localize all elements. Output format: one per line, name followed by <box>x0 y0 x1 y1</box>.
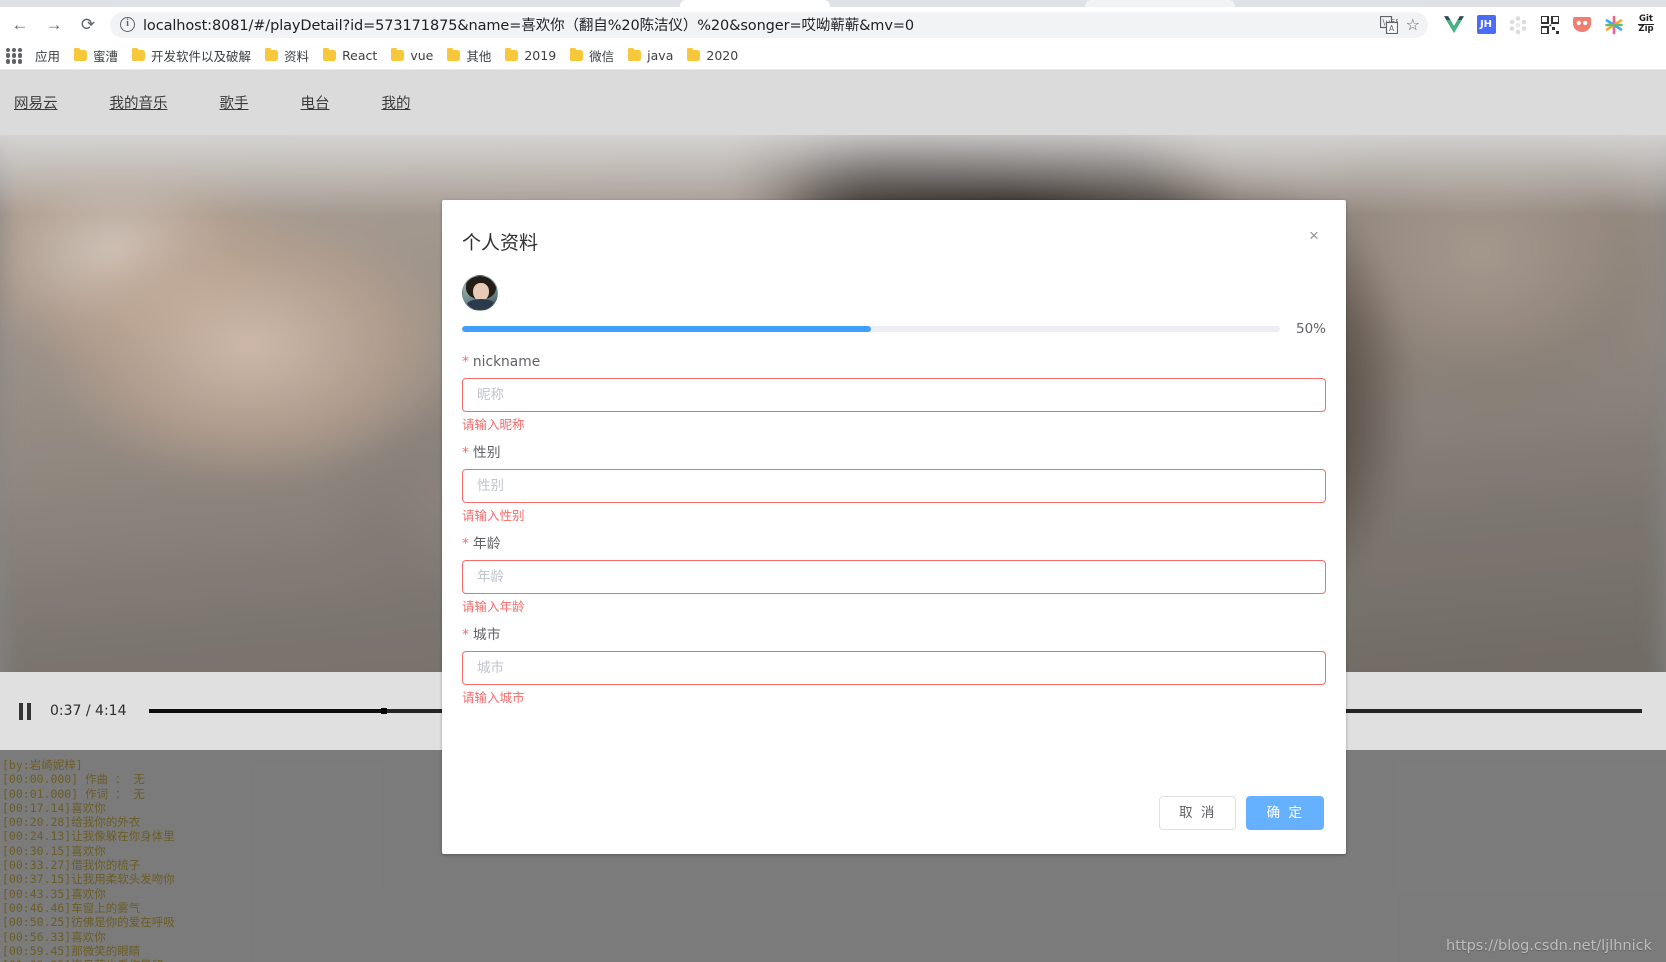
bookmark-label: 其他 <box>466 49 492 64</box>
vue-devtools-icon[interactable] <box>1440 11 1468 39</box>
page-content: 网易云 我的音乐 歌手 电台 我的 0:37 / 4:14 [by:岩崎妮梓] … <box>0 70 1666 962</box>
folder-icon <box>391 47 405 61</box>
dotted-circle-icon[interactable] <box>1504 11 1532 39</box>
upload-progress: 50% <box>462 321 1326 337</box>
bookmark-item[interactable]: 资料 <box>258 44 316 68</box>
field-error-city: 请输入城市 <box>462 690 525 705</box>
reload-icon[interactable]: ⟳ <box>74 11 102 39</box>
bookmark-apps[interactable]: 应用 <box>28 44 67 68</box>
field-label-city: * 城市 <box>462 626 1326 644</box>
age-input[interactable] <box>462 560 1326 594</box>
bookmark-item[interactable]: 2020 <box>680 44 745 68</box>
tab-strip <box>0 0 1666 7</box>
form-field-gender: *性别 请输入性别 <box>462 444 1326 524</box>
bookmark-label: 蜜漕 <box>93 49 119 64</box>
browser-chrome: ← → ⟳ i localhost:8081/#/playDetail?id=5… <box>0 0 1666 70</box>
required-asterisk: * <box>462 536 469 552</box>
qr-code-icon[interactable] <box>1536 11 1564 39</box>
asterisk-extension-icon[interactable] <box>1600 11 1628 39</box>
form-field-city: *城市 请输入城市 <box>462 626 1326 706</box>
profile-dialog: 个人资料 × 50% *nickname 请输入昵称 <box>442 200 1346 854</box>
address-bar[interactable]: i localhost:8081/#/playDetail?id=5731718… <box>110 11 1428 38</box>
field-error-nickname: 请输入昵称 <box>462 417 525 432</box>
bookmark-label: 开发软件以及破解 <box>151 49 252 64</box>
forward-icon[interactable]: → <box>40 11 68 39</box>
folder-icon <box>447 47 461 61</box>
city-input[interactable] <box>462 651 1326 685</box>
required-asterisk: * <box>462 627 469 643</box>
folder-icon <box>570 47 584 61</box>
field-label-age: * 年龄 <box>462 535 1326 553</box>
bookmark-item[interactable]: vue <box>384 44 440 68</box>
dialog-body: 50% *nickname 请输入昵称 *性别 请输入性别 *年龄 <box>442 267 1346 706</box>
dialog-title: 个人资料 <box>462 232 539 254</box>
confirm-button[interactable]: 确 定 <box>1246 796 1324 830</box>
bookmark-item[interactable]: 蜜漕 <box>67 44 125 68</box>
progress-fill <box>462 326 871 332</box>
browser-nav-row: ← → ⟳ i localhost:8081/#/playDetail?id=5… <box>0 7 1666 42</box>
progress-track <box>462 326 1280 332</box>
back-icon[interactable]: ← <box>6 11 34 39</box>
bookmark-apps-label: 应用 <box>35 49 61 64</box>
bookmark-item[interactable]: java <box>621 44 680 68</box>
folder-icon <box>74 47 88 61</box>
required-asterisk: * <box>462 354 469 370</box>
browser-tab-active[interactable] <box>680 0 830 7</box>
bookmark-star-icon[interactable]: ☆ <box>1406 15 1420 35</box>
cancel-button[interactable]: 取 消 <box>1158 796 1237 830</box>
bookmark-label: java <box>647 48 674 63</box>
translate-icon[interactable]: \u6587 A <box>1379 15 1410 34</box>
nickname-input[interactable] <box>462 378 1326 412</box>
field-error-age: 请输入年龄 <box>462 599 525 614</box>
bookmark-item[interactable]: 开发软件以及破解 <box>125 44 258 68</box>
field-label-text: nickname <box>472 354 541 370</box>
folder-icon <box>132 47 146 61</box>
url-text[interactable]: localhost:8081/#/playDetail?id=573171875… <box>143 14 1380 35</box>
bookmark-item[interactable]: React <box>316 44 384 68</box>
avatar[interactable] <box>462 275 498 311</box>
folder-icon <box>323 47 337 61</box>
apps-grid-icon[interactable] <box>6 47 22 64</box>
close-icon[interactable]: × <box>1304 225 1324 245</box>
bookmark-label: 资料 <box>284 49 310 64</box>
jh-extension-icon[interactable]: JH <box>1472 11 1500 39</box>
gender-input[interactable] <box>462 469 1326 503</box>
field-error-gender: 请输入性别 <box>462 508 525 523</box>
extensions-tray: JH Git Zip <box>1436 11 1666 39</box>
dialog-footer: 取 消 确 定 <box>442 796 1346 854</box>
svg-text:A: A <box>1389 24 1395 33</box>
pocket-extension-icon[interactable] <box>1568 11 1596 39</box>
gitzip-extension-icon[interactable]: Git Zip <box>1632 11 1660 39</box>
bookmark-label: React <box>342 48 378 63</box>
bookmark-item[interactable]: 其他 <box>440 44 498 68</box>
folder-icon <box>505 47 519 61</box>
field-label-text: 城市 <box>472 627 501 643</box>
folder-icon <box>628 47 642 61</box>
dialog-header: 个人资料 × <box>442 200 1346 267</box>
bookmark-label: 2019 <box>524 48 557 63</box>
folder-icon <box>265 47 279 61</box>
field-label-gender: * 性别 <box>462 444 1326 462</box>
folder-icon <box>687 47 701 61</box>
form-field-nickname: *nickname 请输入昵称 <box>462 353 1326 433</box>
required-asterisk: * <box>462 445 469 461</box>
browser-tab-inactive[interactable] <box>1085 0 1235 7</box>
site-info-icon[interactable]: i <box>120 17 135 32</box>
bookmark-label: vue <box>410 48 434 63</box>
bookmark-label: 2020 <box>706 48 739 63</box>
progress-percent-label: 50% <box>1295 321 1326 337</box>
form-field-age: *年龄 请输入年龄 <box>462 535 1326 615</box>
field-label-text: 性别 <box>472 445 501 461</box>
bookmark-item[interactable]: 微信 <box>563 44 621 68</box>
bookmarks-bar: 应用 蜜漕 开发软件以及破解 资料 React vue 其他 2019 微信 j… <box>0 42 1666 70</box>
field-label-text: 年龄 <box>472 536 501 552</box>
bookmark-item[interactable]: 2019 <box>498 44 563 68</box>
bookmark-label: 微信 <box>589 49 615 64</box>
field-label-nickname: * nickname <box>462 353 1326 371</box>
